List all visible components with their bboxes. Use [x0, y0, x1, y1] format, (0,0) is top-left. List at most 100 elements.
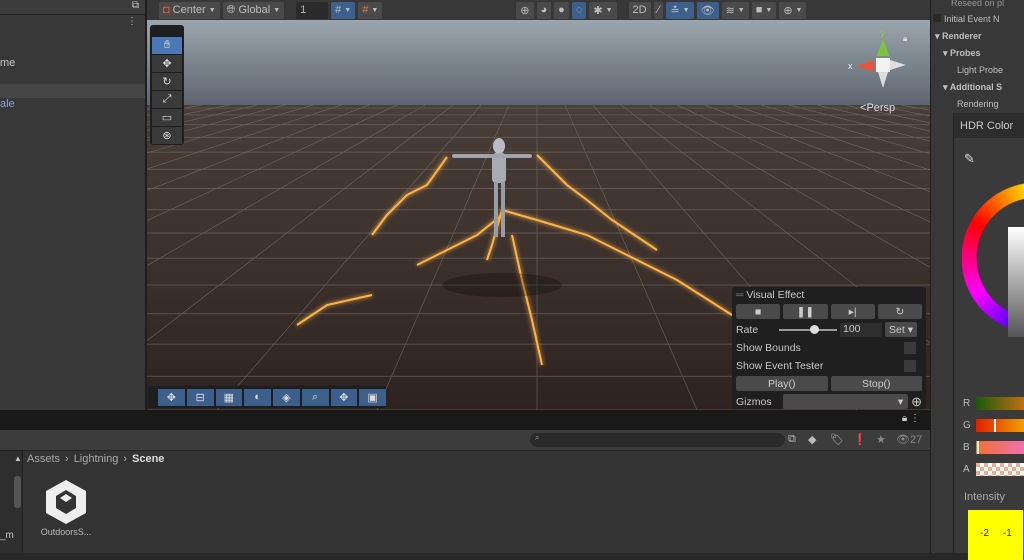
intensity-label: Intensity: [964, 491, 1005, 503]
shaded-button[interactable]: ●: [554, 2, 569, 19]
orientation-gizmo[interactable]: y x 🔒︎ <Persp: [848, 28, 918, 118]
restart-button[interactable]: ↻: [878, 304, 922, 319]
grid-icon[interactable]: ▦: [216, 389, 243, 406]
scene-toolbar: ◘Center▼ 🌐︎Global▼ 1 #▼ #▼ ⊕ ◕ ● ◌ ✱▼ 2D…: [147, 0, 930, 20]
x-axis-cone[interactable]: [856, 60, 874, 72]
gizmos-dropdown[interactable]: ▾: [783, 394, 908, 409]
panel-menu-icon[interactable]: 🔒︎ ⋮: [902, 413, 920, 424]
show-bounds-label: Show Bounds: [736, 342, 801, 354]
saturation-value-square[interactable]: [1008, 227, 1024, 337]
a-slider[interactable]: [976, 463, 1024, 476]
step-button[interactable]: ▸|: [831, 304, 875, 319]
show-bounds-checkbox[interactable]: [904, 342, 916, 354]
sphere-icon: ●: [558, 4, 565, 16]
hand-tool-icon[interactable]: ✋︎: [152, 37, 182, 54]
breadcrumb-lightning[interactable]: Lightning: [74, 453, 119, 465]
effects-dropdown[interactable]: ≛▼: [666, 2, 693, 19]
layers-dropdown[interactable]: ≋▼: [722, 2, 749, 19]
asset-item[interactable]: OutdoorsS...: [36, 478, 96, 537]
additional-settings-foldout[interactable]: ▾ Additional S: [943, 82, 1002, 93]
play-button[interactable]: Play(): [736, 376, 828, 391]
b-slider[interactable]: [976, 441, 1024, 454]
shaded-wire-button[interactable]: ◕: [537, 2, 552, 19]
g-slider[interactable]: [976, 419, 1024, 432]
show-event-tester-checkbox[interactable]: [904, 360, 916, 372]
move-icon[interactable]: ✥: [158, 389, 185, 406]
shaded-wire-icon: ◕: [541, 4, 548, 16]
search-icon[interactable]: ⌕: [302, 389, 329, 406]
camera-icon[interactable]: ▣: [359, 389, 386, 406]
move-tool-icon[interactable]: ✥: [152, 55, 182, 72]
pivot-space-dropdown[interactable]: 🌐︎Global▼: [223, 2, 285, 19]
shaded-wireframe-button[interactable]: ⊕: [516, 2, 533, 19]
project-search-input[interactable]: ⌕: [530, 433, 785, 447]
rendering-label: Rendering: [957, 99, 999, 109]
visibility-toggle[interactable]: 👁︎: [697, 2, 719, 19]
zoom-icon[interactable]: ⊕: [911, 394, 922, 410]
rect-tool-icon[interactable]: ▭: [152, 109, 182, 126]
scrollbar-thumb[interactable]: [14, 476, 21, 508]
visibility-count[interactable]: 👁︎27: [896, 433, 922, 446]
hierarchy-selected-row[interactable]: [0, 84, 145, 98]
breadcrumb: Assets› Lightning› Scene: [27, 453, 164, 465]
warning-icon[interactable]: ❗: [853, 433, 867, 446]
camera-dropdown[interactable]: ■▼: [752, 2, 777, 19]
package-icon[interactable]: ⧉: [788, 433, 796, 446]
drag-handle-icon[interactable]: ═: [736, 289, 746, 301]
grid-snap-button[interactable]: #▼: [331, 2, 355, 19]
maximize-icon[interactable]: ⧉: [132, 0, 139, 11]
set-dropdown[interactable]: Set ▾: [885, 322, 917, 337]
favorite-icon[interactable]: ★: [876, 433, 886, 446]
r-slider[interactable]: [976, 397, 1024, 410]
layers-icon[interactable]: ◈: [273, 389, 300, 406]
scroll-up-icon[interactable]: ▲: [14, 454, 22, 463]
label-icon[interactable]: 🏷︎: [830, 433, 844, 446]
wireframe-icon: ⊕: [520, 4, 529, 17]
gizmo-center-cube[interactable]: [876, 58, 890, 72]
rate-slider[interactable]: [779, 329, 837, 331]
grid-size-input[interactable]: 1: [296, 2, 328, 19]
breadcrumb-scene[interactable]: Scene: [132, 453, 164, 465]
stop-call-button[interactable]: Stop(): [831, 376, 923, 391]
projection-label[interactable]: <Persp: [860, 102, 895, 114]
scale-tool-icon[interactable]: ⤢: [152, 91, 182, 108]
stop-button[interactable]: ■: [736, 304, 780, 319]
gizmos-dropdown[interactable]: ⊕▼: [779, 2, 806, 19]
pan-icon[interactable]: ✥: [331, 389, 358, 406]
y-axis-cone[interactable]: [877, 38, 889, 56]
globe-icon: 🌐︎: [227, 4, 236, 17]
lighting-toggle[interactable]: ⁄: [654, 2, 664, 19]
hierarchy-item[interactable]: me: [0, 57, 15, 69]
renderer-foldout[interactable]: ▾ Renderer: [935, 31, 982, 42]
project-panel: 🔒︎ ⋮ ⌕ ⧉ ◆ 🏷︎ ❗ ★ 👁︎27: [0, 410, 930, 553]
lock-icon[interactable]: 🔒︎: [903, 34, 907, 44]
eyedropper-icon[interactable]: ✎: [964, 151, 975, 167]
hdr-color-picker: HDR Color ✎ R G B A Intensity -2-1: [953, 113, 1024, 553]
align-icon[interactable]: ⊟: [187, 389, 214, 406]
hierarchy-header: ⧉: [0, 0, 145, 15]
initial-event-checkbox[interactable]: [933, 14, 941, 22]
rotate-tool-icon[interactable]: ↻: [152, 73, 182, 90]
filter-type-icon[interactable]: ◆: [808, 433, 816, 446]
pivot-mode-dropdown[interactable]: ◘Center▼: [159, 2, 220, 19]
probes-foldout[interactable]: ▾ Probes: [943, 48, 981, 59]
debug-draw-dropdown[interactable]: ✱▼: [589, 2, 616, 19]
more-menu-icon[interactable]: ⋮: [127, 16, 137, 27]
asset-name: OutdoorsS...: [36, 527, 96, 537]
shading-icon[interactable]: ◐: [244, 389, 271, 406]
2d-toggle[interactable]: 2D: [629, 2, 651, 19]
z-axis-cone[interactable]: [890, 60, 906, 70]
neg-y-cone[interactable]: [878, 72, 888, 88]
increment-snap-button[interactable]: #▼: [358, 2, 382, 19]
rate-input[interactable]: 100: [840, 323, 882, 337]
unlit-button[interactable]: ◌: [572, 2, 587, 19]
hierarchy-item[interactable]: ale: [0, 98, 15, 110]
rate-slider-knob[interactable]: [810, 325, 819, 334]
scene-overlay-toolbar: ✥⊟▦◐◈⌕✥▣: [148, 386, 386, 408]
folder-item[interactable]: _m: [0, 530, 14, 541]
pause-button[interactable]: ❚❚: [783, 304, 827, 319]
bug-icon: ✱: [593, 4, 602, 17]
transform-tool-icon[interactable]: ⊛: [152, 127, 182, 144]
y-axis-label: y: [880, 28, 885, 38]
breadcrumb-assets[interactable]: Assets: [27, 453, 60, 465]
